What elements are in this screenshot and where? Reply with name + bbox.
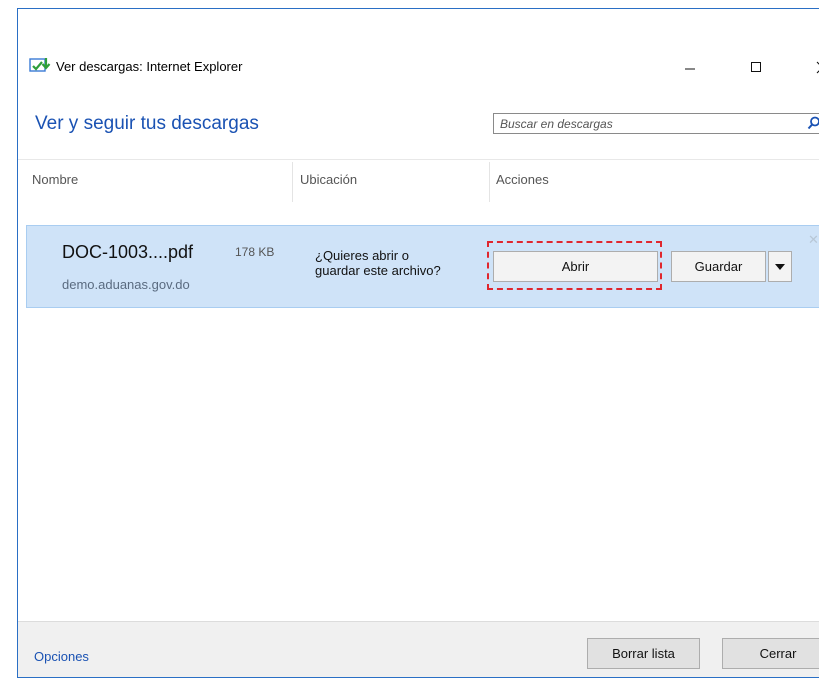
- page-heading: Ver y seguir tus descargas: [35, 113, 259, 134]
- download-row[interactable]: DOC-1003....pdf 178 KB demo.aduanas.gov.…: [26, 225, 819, 308]
- maximize-button[interactable]: [736, 52, 776, 82]
- options-link[interactable]: Opciones: [34, 649, 89, 664]
- search-icon[interactable]: [807, 116, 819, 130]
- window-title: Ver descargas: Internet Explorer: [56, 59, 243, 74]
- question-line-2: guardar este archivo?: [315, 263, 441, 278]
- file-size: 178 KB: [235, 245, 275, 259]
- close-icon: [816, 61, 819, 73]
- minimize-button[interactable]: [670, 52, 710, 82]
- open-button[interactable]: Abrir: [493, 251, 658, 282]
- column-header: Nombre Ubicación Acciones: [18, 159, 819, 217]
- minimize-icon: [685, 68, 695, 70]
- question-line-1: ¿Quieres abrir o: [315, 248, 409, 263]
- save-options-dropdown[interactable]: [768, 251, 792, 282]
- file-source: demo.aduanas.gov.do: [62, 277, 190, 292]
- chevron-down-icon: [775, 263, 785, 270]
- column-actions[interactable]: Acciones: [496, 172, 549, 206]
- column-divider: [489, 162, 490, 202]
- column-name[interactable]: Nombre: [32, 172, 78, 206]
- title-bar: Ver descargas: Internet Explorer: [18, 9, 819, 109]
- download-app-icon: [29, 58, 51, 72]
- dismiss-icon[interactable]: ✕: [808, 232, 819, 248]
- footer-bar: Opciones Borrar lista Cerrar: [18, 621, 819, 677]
- clear-list-button[interactable]: Borrar lista: [587, 638, 700, 669]
- file-name: DOC-1003....pdf: [62, 242, 194, 262]
- download-question: ¿Quieres abrir o guardar este archivo?: [315, 248, 485, 278]
- close-window-button[interactable]: [802, 52, 819, 82]
- search-input[interactable]: [494, 114, 796, 133]
- column-divider: [292, 162, 293, 202]
- downloads-window: Ver descargas: Internet Explorer Ver y s…: [17, 8, 819, 678]
- maximize-icon: [751, 62, 761, 72]
- close-button[interactable]: Cerrar: [722, 638, 819, 669]
- search-box[interactable]: [493, 113, 819, 134]
- save-button[interactable]: Guardar: [671, 251, 766, 282]
- column-location[interactable]: Ubicación: [300, 172, 357, 206]
